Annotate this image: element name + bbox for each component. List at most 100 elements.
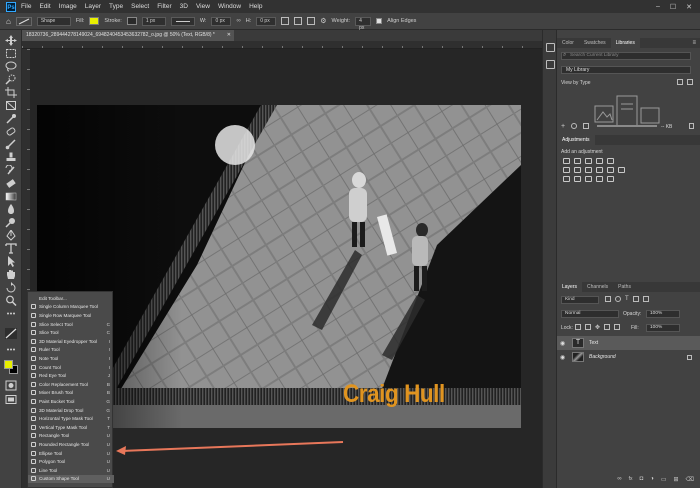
layer-row-text[interactable]: ◉ T Text [557, 336, 700, 350]
panel-menu-icon[interactable]: ≡ [692, 38, 696, 48]
stock-icon[interactable] [583, 123, 590, 129]
fill-color-swatch[interactable] [89, 17, 100, 25]
menu-select[interactable]: Select [131, 3, 149, 10]
flyout-item-paint-bucket-tool[interactable]: Paint Bucket Tool G [28, 397, 114, 406]
menu-edit[interactable]: Edit [39, 3, 50, 10]
move-tool-icon[interactable] [5, 35, 17, 46]
menu-filter[interactable]: Filter [157, 3, 171, 10]
flyout-item-red-eye-tool[interactable]: Red Eye Tool J [28, 371, 114, 380]
threshold-icon[interactable] [585, 176, 592, 182]
tab-swatches[interactable]: Swatches [579, 38, 611, 48]
quick-selection-icon[interactable] [5, 74, 17, 85]
flyout-item-edit-toolbar[interactable]: Edit Toolbar... [28, 294, 114, 303]
lock-image-icon[interactable] [585, 324, 591, 330]
crop-icon[interactable] [5, 87, 17, 98]
line-tool-icon[interactable] [5, 328, 17, 339]
trash-icon[interactable] [689, 123, 694, 129]
path-selection-icon[interactable] [5, 256, 17, 267]
lock-artboard-icon[interactable] [604, 324, 611, 330]
menu-file[interactable]: File [21, 3, 31, 10]
foreground-color-swatch[interactable] [4, 360, 13, 369]
selective-color-icon[interactable] [607, 176, 614, 182]
opacity-field[interactable]: 100% [646, 310, 680, 318]
weight-field[interactable]: 4 px [355, 16, 372, 31]
layer-name[interactable]: Text [589, 340, 598, 346]
dodge-icon[interactable] [5, 217, 17, 228]
flyout-item-horizontal-type-mask-tool[interactable]: Horizontal Type Mask Tool T [28, 414, 114, 423]
grid-view-icon[interactable] [677, 79, 683, 85]
color-balance-icon[interactable] [574, 167, 581, 173]
document-tab[interactable]: 18320736_289444278149024_694824045345363… [22, 30, 234, 41]
levels-icon[interactable] [574, 158, 581, 164]
craig-hull-text-layer[interactable]: Craig Hull [343, 380, 445, 409]
brightness-contrast-icon[interactable] [563, 158, 570, 164]
menu-view[interactable]: View [196, 3, 210, 10]
add-mask-icon[interactable]: ◘ [640, 476, 644, 482]
history-panel-icon[interactable] [546, 43, 555, 52]
library-search-input[interactable]: Search Current Library [561, 52, 691, 60]
align-edges-checkbox[interactable] [376, 18, 383, 24]
flyout-item-mixer-brush-tool[interactable]: Mixer Brush Tool B [28, 389, 114, 398]
more-tools-icon[interactable] [5, 308, 17, 319]
edit-toolbar-icon[interactable] [5, 344, 17, 355]
list-view-icon[interactable] [687, 79, 693, 85]
layer-name[interactable]: Background [589, 354, 616, 360]
path-alignment-icon[interactable] [294, 17, 303, 25]
type-icon[interactable] [5, 243, 17, 254]
flyout-item-3d-material-eyedropper-tool[interactable]: 3D Material Eyedropper Tool I [28, 337, 114, 346]
eraser-icon[interactable] [5, 178, 17, 189]
visibility-eye-icon[interactable]: ◉ [560, 354, 568, 361]
screen-mode-icon[interactable] [5, 394, 17, 405]
view-by-type-select[interactable]: View by Type [561, 80, 591, 86]
minimize-icon[interactable]: – [656, 3, 660, 11]
new-layer-icon[interactable]: ⊞ [673, 476, 678, 483]
tab-paths[interactable]: Paths [613, 282, 636, 292]
frame-icon[interactable] [5, 100, 17, 111]
layer-filter-kind-select[interactable]: Kind [561, 296, 599, 304]
black-white-icon[interactable] [585, 167, 592, 173]
eyedropper-icon[interactable] [5, 113, 17, 124]
close-tab-icon[interactable]: ✕ [227, 30, 231, 41]
tab-color[interactable]: Color [557, 38, 579, 48]
menu-3d[interactable]: 3D [180, 3, 188, 10]
lock-transparent-icon[interactable] [575, 324, 581, 330]
flyout-item-ruler-tool[interactable]: Ruler Tool I [28, 346, 114, 355]
menu-type[interactable]: Type [109, 3, 123, 10]
gear-icon[interactable]: ⚙ [320, 17, 326, 25]
flyout-item-3d-material-drop-tool[interactable]: 3D Material Drop Tool G [28, 406, 114, 415]
link-layers-icon[interactable]: ∞ [617, 476, 621, 482]
path-arrangement-icon[interactable] [307, 17, 316, 25]
maximize-icon[interactable]: ☐ [670, 3, 676, 11]
line-tool-preset-icon[interactable] [15, 16, 32, 26]
photo-filter-icon[interactable] [596, 167, 603, 173]
spot-healing-icon[interactable] [5, 126, 17, 137]
menu-window[interactable]: Window [218, 3, 241, 10]
filter-type-icon[interactable]: T [625, 296, 629, 302]
pen-icon[interactable] [5, 230, 17, 241]
hand-icon[interactable] [5, 269, 17, 280]
new-adjustment-icon[interactable]: ◑ [650, 476, 654, 482]
visibility-eye-icon[interactable]: ◉ [560, 340, 568, 347]
stroke-type-select[interactable] [170, 16, 195, 26]
channel-mixer-icon[interactable] [607, 167, 614, 173]
invert-icon[interactable] [563, 176, 570, 182]
blur-icon[interactable] [5, 204, 17, 215]
history-brush-icon[interactable] [5, 165, 17, 176]
flyout-item-color-replacement-tool[interactable]: Color Replacement Tool B [28, 380, 114, 389]
creative-cloud-icon[interactable] [571, 123, 578, 129]
width-field[interactable]: 0 px [211, 16, 232, 26]
exposure-icon[interactable] [596, 158, 603, 164]
flyout-item-slice-select-tool[interactable]: Slice Select Tool C [28, 320, 114, 329]
home-icon[interactable]: ⌂ [6, 17, 11, 26]
fill-field[interactable]: 100% [646, 324, 680, 332]
tab-layers[interactable]: Layers [557, 282, 583, 292]
flyout-item-slice-tool[interactable]: Slice Tool C [28, 328, 114, 337]
properties-panel-icon[interactable] [546, 60, 555, 69]
tab-libraries[interactable]: Libraries [610, 38, 640, 48]
quick-mask-icon[interactable] [5, 380, 17, 391]
layer-style-icon[interactable]: fx [629, 476, 633, 482]
flyout-item-count-tool[interactable]: Count Tool I [28, 363, 114, 372]
clone-stamp-icon[interactable] [5, 152, 17, 163]
rectangular-marquee-icon[interactable] [5, 48, 17, 59]
tab-channels[interactable]: Channels [582, 282, 613, 292]
